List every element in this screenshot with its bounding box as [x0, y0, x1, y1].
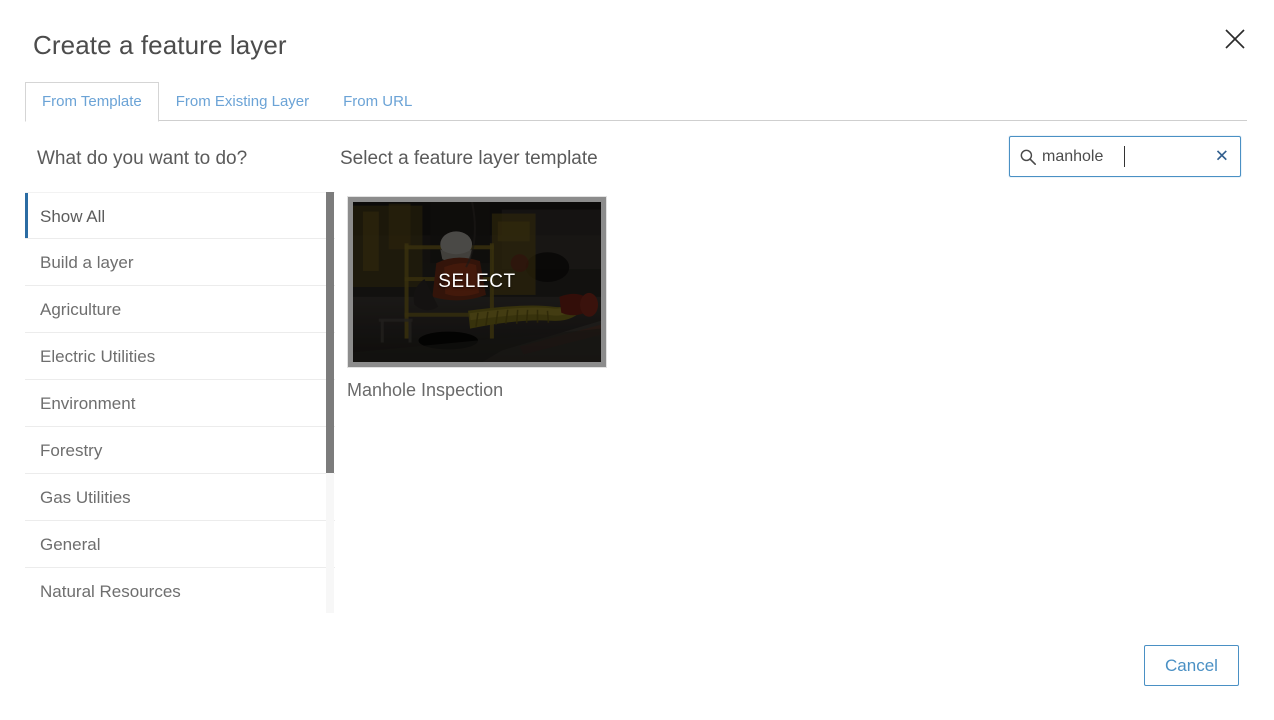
category-item[interactable]: Environment [25, 380, 335, 427]
category-item[interactable]: Agriculture [25, 286, 335, 333]
template-select-overlay[interactable]: SELECT [348, 197, 606, 367]
templates-heading: Select a feature layer template [340, 148, 598, 169]
search-input[interactable] [1042, 144, 1192, 169]
category-item-label: General [40, 535, 101, 554]
category-item[interactable]: Electric Utilities [25, 333, 335, 380]
template-name: Manhole Inspection [347, 380, 504, 400]
category-item-label: Show All [40, 207, 106, 226]
category-item-label: Agriculture [40, 300, 122, 319]
tab-from-template-label: From Template [42, 93, 142, 110]
tabstrip: From Template From Existing Layer From U… [25, 82, 1247, 122]
search-box[interactable]: ✕ [1009, 136, 1241, 177]
category-item[interactable]: General [25, 521, 335, 568]
tab-from-url-label: From URL [343, 93, 413, 110]
cancel-button[interactable]: Cancel [1144, 645, 1239, 686]
category-item[interactable]: Gas Utilities [25, 474, 335, 521]
category-item-label: Electric Utilities [40, 347, 156, 366]
clear-icon[interactable]: ✕ [1215, 148, 1229, 165]
categories-heading: What do you want to do? [37, 148, 248, 169]
tab-from-url[interactable]: From URL [326, 82, 429, 121]
category-item[interactable]: Build a layer [25, 239, 335, 286]
template-card-manhole-inspection[interactable]: SELECT [347, 196, 607, 368]
category-item[interactable]: Show All [25, 192, 335, 239]
category-item-label: Natural Resources [40, 582, 181, 601]
category-item[interactable]: Natural Resources [25, 568, 335, 613]
page-title: Create a feature layer [33, 30, 287, 60]
category-item-label: Environment [40, 394, 136, 413]
tab-from-template[interactable]: From Template [25, 82, 159, 122]
category-item[interactable]: Forestry [25, 427, 335, 474]
category-item-label: Build a layer [40, 253, 134, 272]
tab-from-existing-layer[interactable]: From Existing Layer [159, 82, 326, 121]
create-feature-layer-dialog: Create a feature layer From Template Fro… [0, 0, 1274, 720]
category-item-label: Forestry [40, 441, 103, 460]
category-scrollbar-thumb[interactable] [326, 192, 334, 473]
text-caret [1124, 146, 1125, 167]
tab-from-existing-layer-label: From Existing Layer [175, 93, 310, 110]
category-list: Show All Build a layer Agriculture Electric… [25, 192, 335, 613]
close-icon[interactable] [1220, 24, 1250, 54]
search-icon [1020, 149, 1037, 165]
select-label: SELECT [438, 271, 516, 292]
category-item-label: Gas Utilities [40, 488, 131, 507]
